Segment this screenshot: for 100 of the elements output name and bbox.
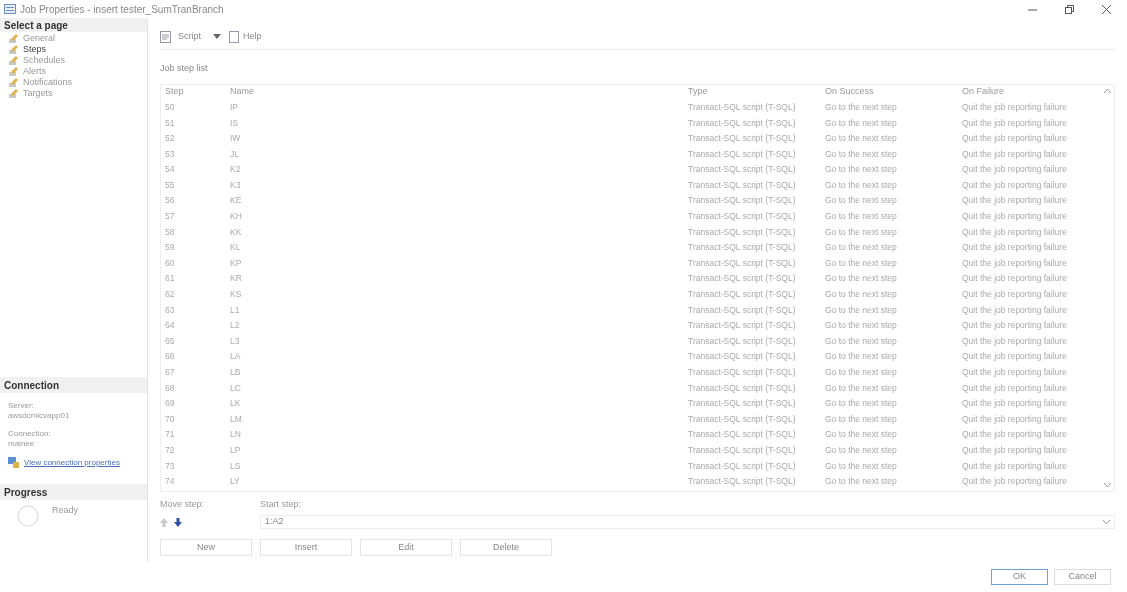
table-cell-text: 60 xyxy=(165,256,176,270)
action-button[interactable]: Insert xyxy=(260,539,352,556)
table-row[interactable]: 74 LY Transact-SQL script (T-SQL) Go to the next step Quit the job reporting failure xyxy=(161,473,1114,490)
table-row[interactable]: 72 LP Transact-SQL script (T-SQL) Go to the next step Quit the job reporting failure xyxy=(161,442,1114,459)
table-cell-text: KS xyxy=(230,288,243,301)
scroll-up-icon[interactable] xyxy=(1103,88,1111,93)
table-row[interactable]: 57 KH Transact-SQL script (T-SQL) Go to the next step Quit the job reporting failure xyxy=(161,208,1114,225)
table-cell-text: Transact-SQL script (T-SQL) xyxy=(688,116,797,130)
page-item[interactable]: Targets xyxy=(8,88,139,99)
table-row[interactable]: 67 LB Transact-SQL script (T-SQL) Go to the next step Quit the job reporting failure xyxy=(161,364,1114,381)
table-cell-text: Transact-SQL script (T-SQL) xyxy=(688,210,797,223)
table-cell-text: LP xyxy=(230,444,242,457)
table-cell-text: L3 xyxy=(230,334,241,348)
table-row[interactable]: 52 IW Transact-SQL script (T-SQL) Go to the next step Quit the job reporting failure xyxy=(161,130,1114,147)
table-row[interactable]: 66 LA Transact-SQL script (T-SQL) Go to the next step Quit the job reporting failure xyxy=(161,349,1114,365)
table-cell-text: Transact-SQL script (T-SQL) xyxy=(688,334,797,348)
table-cell-text: 67 xyxy=(165,366,176,379)
column-header[interactable]: Name xyxy=(230,85,688,99)
table-row[interactable]: 62 KS Transact-SQL script (T-SQL) Go to the next step Quit the job reporting failure xyxy=(161,286,1114,303)
table-cell-text: Transact-SQL script (T-SQL) xyxy=(688,381,797,395)
table-cell-text: 72 xyxy=(165,444,176,457)
table-row[interactable]: 69 LK Transact-SQL script (T-SQL) Go to the next step Quit the job reporting failure xyxy=(161,395,1114,412)
table-cell-text: Transact-SQL script (T-SQL) xyxy=(688,412,797,426)
start-step-label: Start step: xyxy=(260,497,303,511)
table-cell-text: 70 xyxy=(165,412,176,426)
page-item[interactable]: Schedules xyxy=(8,55,139,66)
table-cell-text: 62 xyxy=(165,288,176,301)
table-cell-text: 73 xyxy=(165,459,176,473)
table-cell-text: KK xyxy=(230,225,243,239)
action-button[interactable]: Delete xyxy=(460,539,552,556)
help-button[interactable]: Help xyxy=(229,29,262,44)
table-row[interactable]: 51 IS Transact-SQL script (T-SQL) Go to the next step Quit the job reporting failure xyxy=(161,115,1114,131)
table-cell-text: 55 xyxy=(165,178,176,192)
page-item[interactable]: Notifications xyxy=(8,77,139,88)
table-row[interactable]: 55 K3 Transact-SQL script (T-SQL) Go to the next step Quit the job reporting failure xyxy=(161,177,1114,194)
page-item[interactable]: Steps xyxy=(8,44,139,55)
table-cell-text: Go to the next step xyxy=(825,397,898,410)
table-cell-text: Go to the next step xyxy=(825,475,898,488)
table-cell-text: Quit the job reporting failure xyxy=(962,334,1068,348)
table-cell-text: IW xyxy=(230,132,242,145)
script-button[interactable]: Script xyxy=(160,29,221,44)
close-icon[interactable] xyxy=(1102,4,1111,14)
table-cell-text: 56 xyxy=(165,194,176,208)
table-row[interactable]: 64 L2 Transact-SQL script (T-SQL) Go to the next step Quit the job reporting failure xyxy=(161,317,1114,334)
table-row[interactable]: 56 KE Transact-SQL script (T-SQL) Go to the next step Quit the job reporting failure xyxy=(161,193,1114,209)
table-row[interactable]: 73 LS Transact-SQL script (T-SQL) Go to the next step Quit the job reporting failure xyxy=(161,458,1114,474)
table-row[interactable]: 50 IP Transact-SQL script (T-SQL) Go to the next step Quit the job reporting failure xyxy=(161,99,1114,116)
window-icon xyxy=(4,4,16,14)
table-cell-text: 58 xyxy=(165,225,176,239)
table-cell-text: Go to the next step xyxy=(825,350,898,364)
table-row[interactable]: 60 KP Transact-SQL script (T-SQL) Go to the next step Quit the job reporting failure xyxy=(161,255,1114,272)
table-row[interactable]: 59 KL Transact-SQL script (T-SQL) Go to the next step Quit the job reporting failure xyxy=(161,239,1114,256)
table-row[interactable]: 68 LC Transact-SQL script (T-SQL) Go to the next step Quit the job reporting failure xyxy=(161,380,1114,396)
table-cell-text: Transact-SQL script (T-SQL) xyxy=(688,163,797,177)
table-cell-text: L1 xyxy=(230,303,241,317)
table-row[interactable]: 61 KR Transact-SQL script (T-SQL) Go to the next step Quit the job reporting failure xyxy=(161,271,1114,287)
table-row[interactable]: 54 K2 Transact-SQL script (T-SQL) Go to the next step Quit the job reporting failure xyxy=(161,161,1114,178)
table-cell-text: Go to the next step xyxy=(825,459,898,473)
move-step-label: Move step: xyxy=(160,497,206,511)
table-caption: Job step list xyxy=(160,62,209,75)
table-cell-text: LY xyxy=(230,475,241,488)
table-cell-text: Transact-SQL script (T-SQL) xyxy=(688,319,797,332)
table-row[interactable]: 70 LM Transact-SQL script (T-SQL) Go to the next step Quit the job reporting failure xyxy=(161,411,1114,427)
table-cell-text: 68 xyxy=(165,381,176,395)
start-step-dropdown[interactable]: 1:A2 xyxy=(260,515,1115,529)
move-down-icon[interactable] xyxy=(174,517,182,527)
table-row[interactable]: 71 LN Transact-SQL script (T-SQL) Go to the next step Quit the job reporting failure xyxy=(161,426,1114,443)
column-header[interactable]: On Success xyxy=(825,85,962,99)
maximize-icon[interactable] xyxy=(1065,4,1074,14)
table-cell-text: LB xyxy=(230,366,242,379)
caret-icon xyxy=(213,34,221,39)
table-cell-text: LK xyxy=(230,397,242,410)
column-header[interactable]: On Failure xyxy=(962,85,1114,99)
table-row[interactable]: 65 L3 Transact-SQL script (T-SQL) Go to the next step Quit the job reporting failure xyxy=(161,333,1114,349)
action-button[interactable]: Edit xyxy=(360,539,452,556)
table-cell-text: 61 xyxy=(165,272,176,286)
page-item[interactable]: Alerts xyxy=(8,66,139,77)
table-cell-text: LN xyxy=(230,428,242,442)
table-cell-text: LS xyxy=(230,459,242,473)
table-cell-text: K3 xyxy=(230,178,242,192)
table-cell-text: Transact-SQL script (T-SQL) xyxy=(688,272,797,286)
table-row[interactable]: 58 KK Transact-SQL script (T-SQL) Go to the next step Quit the job reporting failure xyxy=(161,224,1114,240)
dialog-button[interactable]: Cancel xyxy=(1054,569,1111,585)
action-button[interactable]: New xyxy=(160,539,252,556)
table-cell-text: Go to the next step xyxy=(825,412,898,426)
column-header[interactable]: Step xyxy=(165,85,230,99)
scroll-down-icon[interactable] xyxy=(1103,482,1111,487)
table-cell-text: Quit the job reporting failure xyxy=(962,194,1068,208)
table-cell-text: LM xyxy=(230,412,243,426)
table-cell-text: KP xyxy=(230,256,243,270)
table-cell-text: 66 xyxy=(165,350,176,364)
table-cell-text: LC xyxy=(230,381,242,395)
table-row[interactable]: 53 JL Transact-SQL script (T-SQL) Go to the next step Quit the job reporting failure xyxy=(161,146,1114,162)
table-cell-text: LA xyxy=(230,350,242,364)
connection-properties-link[interactable]: View connection properties xyxy=(24,457,120,468)
dialog-button[interactable]: OK xyxy=(991,569,1048,585)
column-header[interactable]: Type xyxy=(688,85,825,99)
table-row[interactable]: 63 L1 Transact-SQL script (T-SQL) Go to the next step Quit the job reporting failure xyxy=(161,302,1114,318)
page-item[interactable]: General xyxy=(8,33,139,44)
table-cell-text: JL xyxy=(230,147,240,161)
